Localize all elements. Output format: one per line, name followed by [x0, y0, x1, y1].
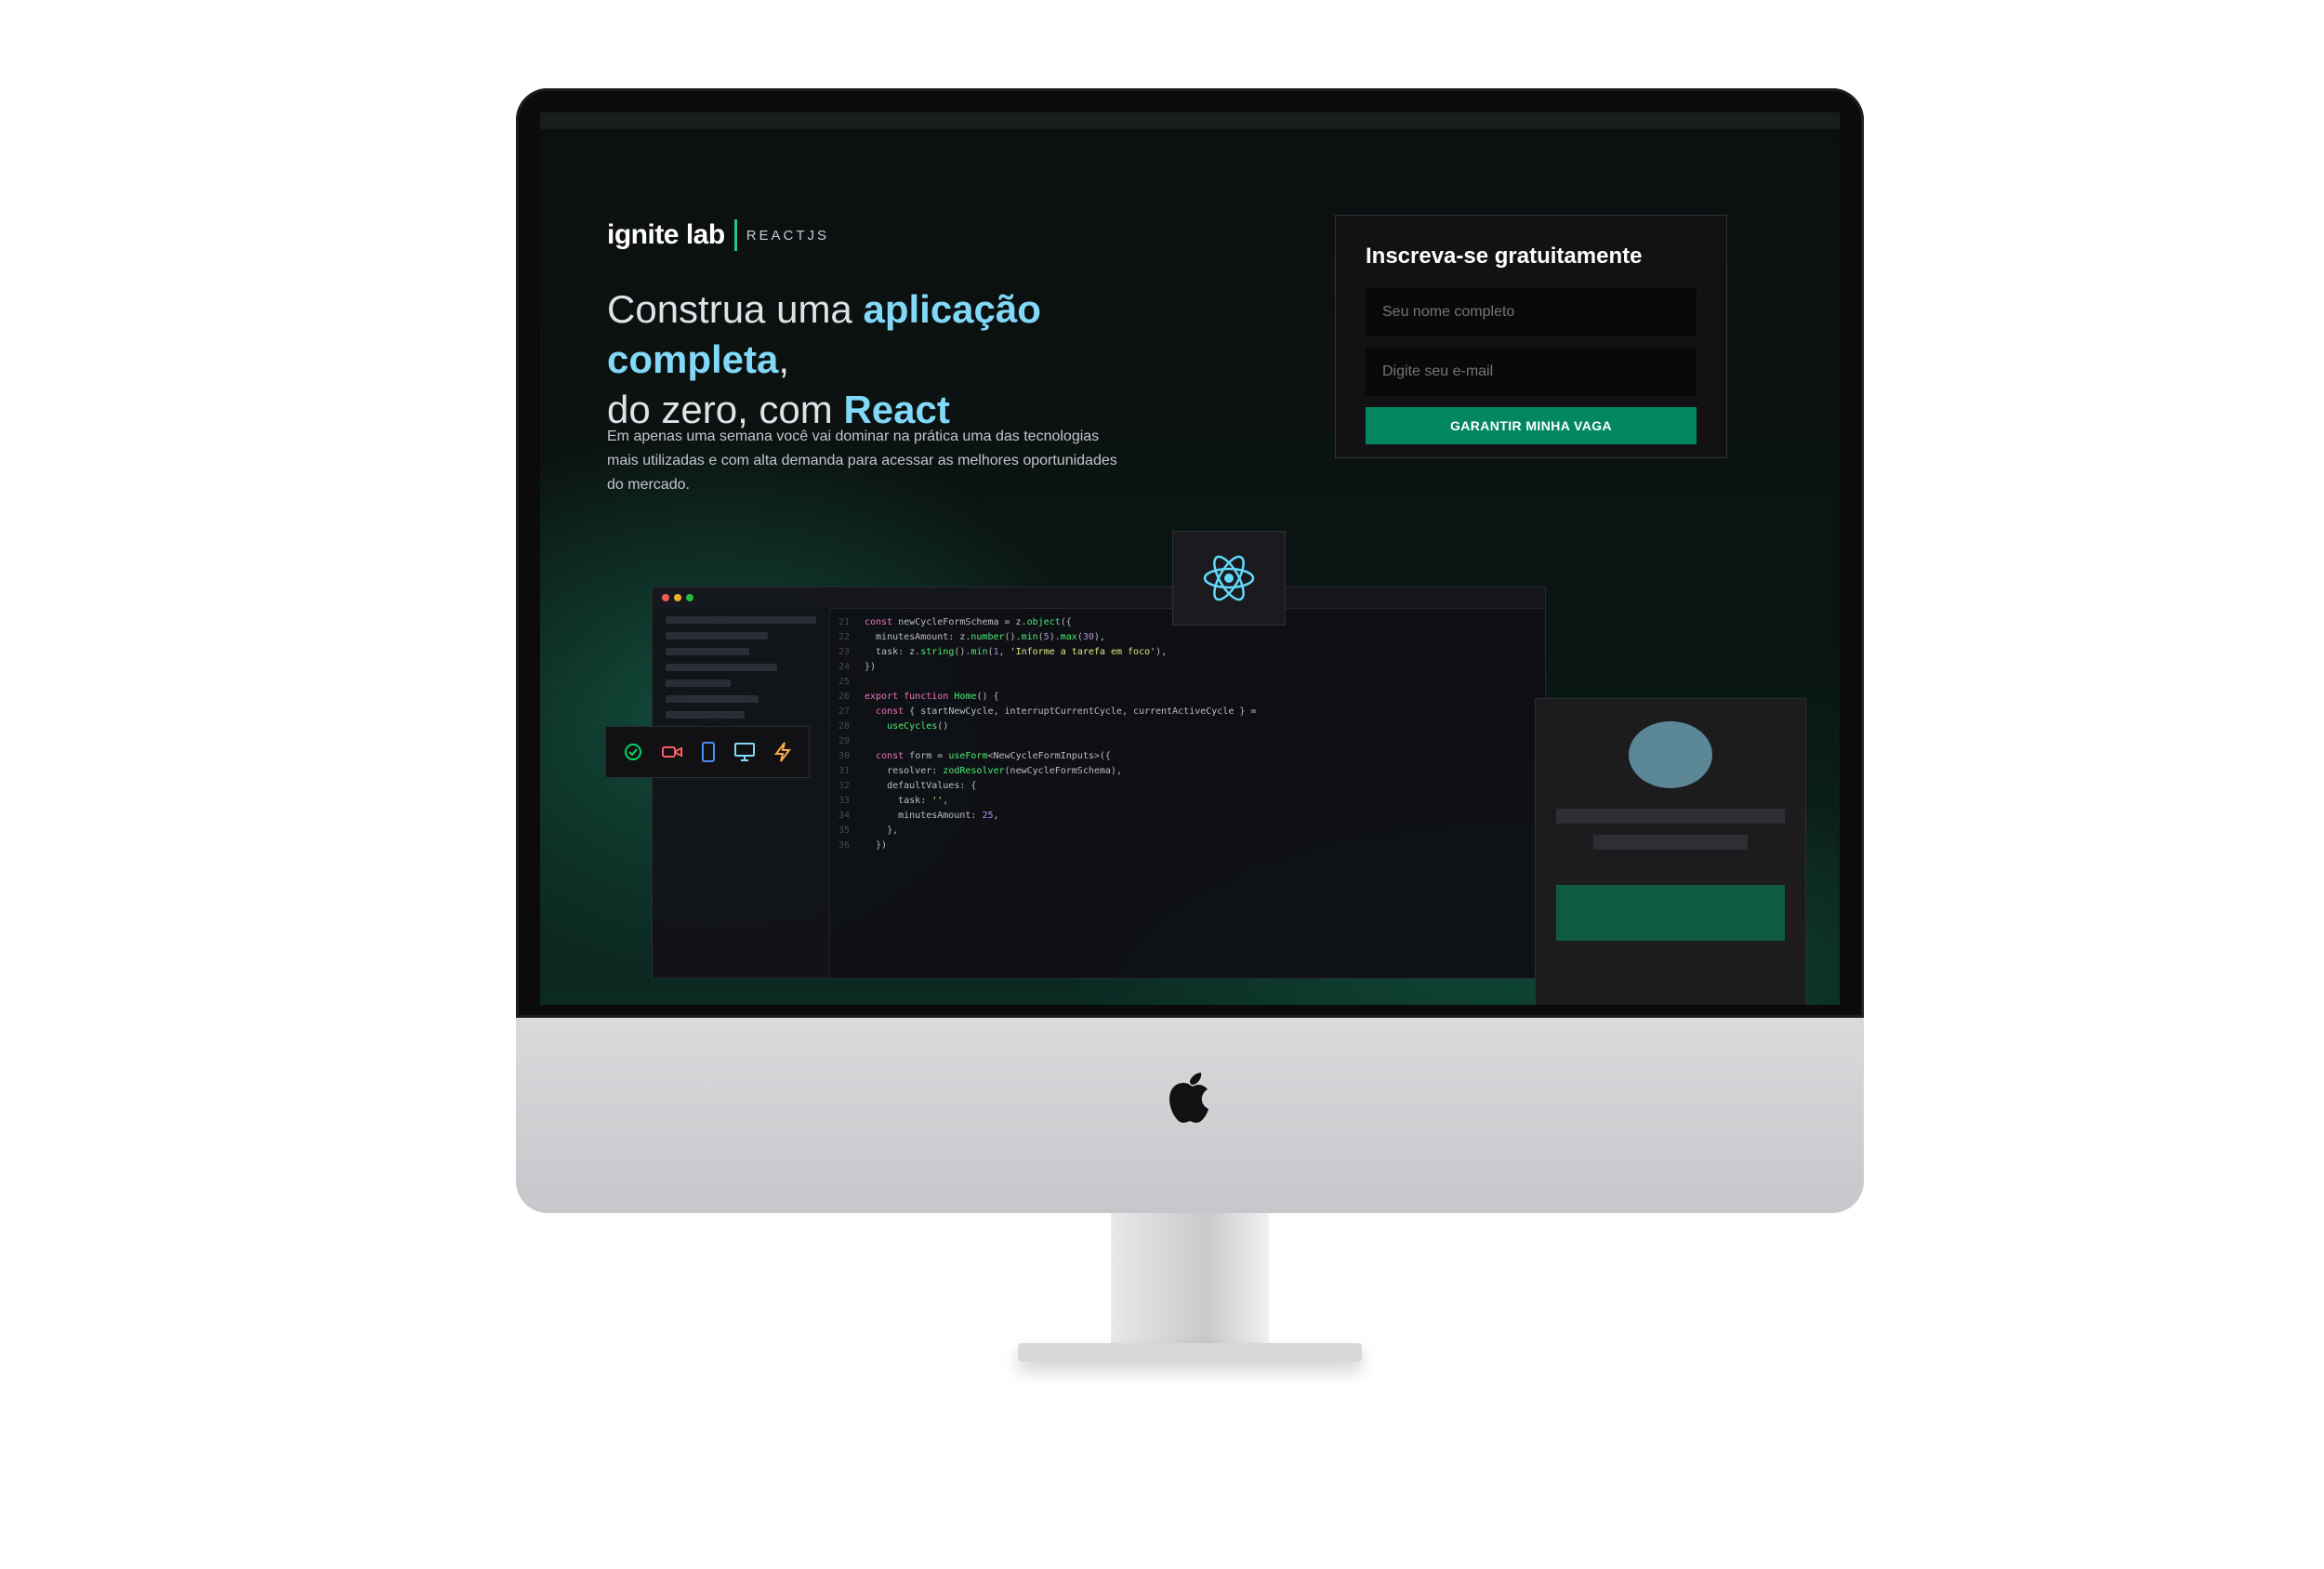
monitor-stand [1111, 1213, 1269, 1352]
apple-logo [1169, 1073, 1208, 1123]
phone-icon [701, 742, 715, 762]
signup-title: Inscreva-se gratuitamente [1366, 244, 1643, 269]
react-logo-card [1172, 531, 1286, 626]
profile-button-placeholder [1556, 885, 1785, 941]
editor-file-explorer [653, 608, 830, 978]
email-input[interactable] [1366, 348, 1697, 396]
code-editor-illustration: 21 const newCycleFormSchema = z.object({ … [652, 587, 1546, 979]
monitor-chin [516, 1018, 1864, 1213]
name-input[interactable] [1366, 288, 1697, 336]
react-icon [1203, 555, 1255, 601]
minimize-dot [674, 594, 681, 601]
monitor-bezel: ignite lab REACTJS Construa uma aplicaçã… [516, 88, 1864, 1018]
profile-name-placeholder [1556, 809, 1785, 824]
brand-logo[interactable]: ignite lab REACTJS [607, 219, 829, 251]
submit-button[interactable]: GARANTIR MINHA VAGA [1366, 407, 1697, 444]
video-icon [661, 746, 682, 758]
hero-headline: Construa uma aplicação completa, do zero… [607, 284, 1165, 435]
monitor-stand-base [1018, 1343, 1362, 1362]
monitor-icon [734, 743, 756, 761]
brand-name: ignite lab [607, 219, 725, 250]
close-dot [662, 594, 669, 601]
profile-card-illustration [1535, 698, 1806, 1005]
brand-divider [733, 219, 737, 251]
check-icon [624, 744, 641, 760]
headline-part-2: , [778, 337, 790, 381]
code-snippet: 21 const newCycleFormSchema = z.object({ … [838, 617, 1257, 850]
imac-device: ignite lab REACTJS Construa uma aplicaçã… [516, 88, 1864, 1371]
illustration-toolbar [605, 726, 810, 778]
editor-titlebar [653, 587, 1545, 609]
lightning-icon [774, 742, 792, 762]
brand-subtitle: REACTJS [746, 227, 830, 244]
profile-role-placeholder [1593, 835, 1748, 850]
avatar [1629, 721, 1712, 788]
maximize-dot [686, 594, 693, 601]
screen-top-strip [540, 112, 1840, 129]
hero-description: Em apenas uma semana você vai dominar na… [607, 429, 1117, 493]
landing-page-screen: ignite lab REACTJS Construa uma aplicaçã… [540, 112, 1840, 1005]
signup-card: Inscreva-se gratuitamente GARANTIR MINHA… [1335, 215, 1727, 458]
headline-part-1: Construa uma [607, 287, 864, 331]
